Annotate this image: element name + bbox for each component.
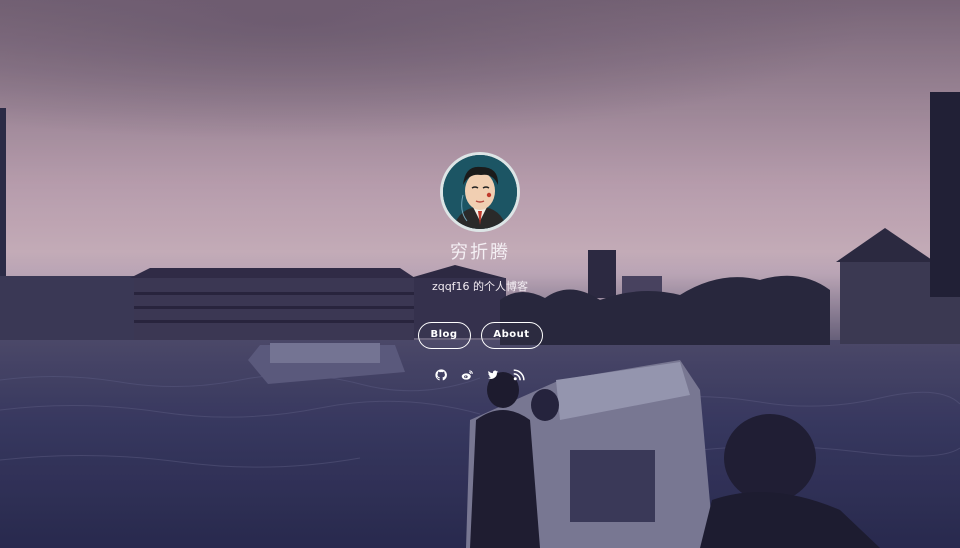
avatar-illustration xyxy=(443,155,517,229)
profile-section: 穷折腾 zqqf16 的个人博客 Blog About xyxy=(0,152,960,381)
site-description: zqqf16 的个人博客 xyxy=(431,280,529,293)
blog-button[interactable]: Blog xyxy=(417,322,471,349)
nav-buttons: Blog About xyxy=(0,322,960,349)
site-title: 穷折腾 xyxy=(450,242,510,263)
social-links xyxy=(0,369,960,381)
avatar[interactable] xyxy=(440,152,520,232)
hero-background: 穷折腾 zqqf16 的个人博客 Blog About xyxy=(0,0,960,548)
rss-icon[interactable] xyxy=(513,369,525,381)
github-icon[interactable] xyxy=(435,369,447,381)
weibo-icon[interactable] xyxy=(461,369,473,381)
twitter-icon[interactable] xyxy=(487,369,499,381)
about-button[interactable]: About xyxy=(480,322,543,349)
